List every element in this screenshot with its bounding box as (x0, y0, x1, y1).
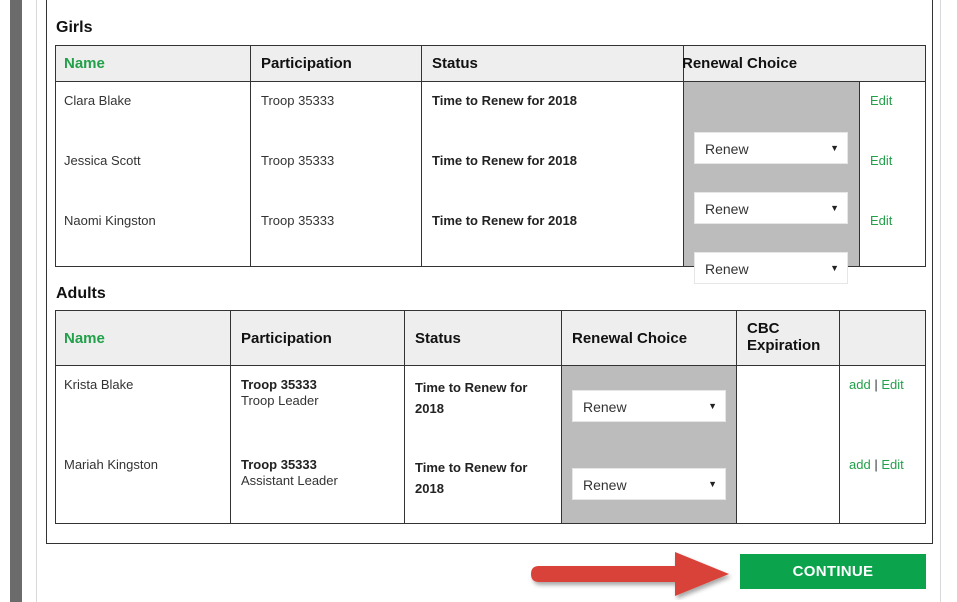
dropdown-caret-icon: ▼ (830, 263, 839, 273)
add-link[interactable]: add (849, 377, 871, 392)
link-separator: | (874, 377, 878, 392)
girls-participation-cell: Troop 35333 Troop 35333 Troop 35333 (250, 81, 422, 267)
renewal-choice-select[interactable]: Renew ▼ (572, 390, 726, 422)
girls-header-renewal: Renewal Choice (682, 45, 927, 82)
red-arrow-icon (531, 552, 729, 596)
edit-link[interactable]: Edit (870, 153, 892, 168)
girl-status: Time to Renew for 2018 (432, 153, 577, 168)
girls-header-name[interactable]: Name (55, 45, 251, 82)
adult-name: Krista Blake (64, 377, 134, 392)
girls-renewal-cell: Renew ▼ Renew ▼ Renew ▼ (683, 81, 860, 284)
girl-participation: Troop 35333 (261, 93, 335, 108)
girls-actions-cell: Edit Edit Edit (858, 81, 927, 267)
girl-name: Jessica Scott (64, 153, 141, 168)
adults-cbc-cell (736, 365, 840, 524)
adult-status: Time to Renew for (415, 460, 528, 475)
renewal-choice-select[interactable]: Renew ▼ (694, 252, 848, 284)
adult-role: Troop Leader (241, 393, 319, 408)
adults-header-participation: Participation (230, 310, 405, 366)
renewal-choice-select[interactable]: Renew ▼ (694, 192, 848, 224)
adult-status: Time to Renew for (415, 380, 528, 395)
girl-status: Time to Renew for 2018 (432, 93, 577, 108)
right-divider (940, 0, 941, 602)
adult-status-year: 2018 (415, 401, 444, 416)
dropdown-caret-icon: ▼ (830, 203, 839, 213)
adults-renewal-cell: Renew ▼ Renew ▼ (561, 365, 737, 524)
adults-section-title: Adults (56, 285, 106, 302)
girls-header-participation: Participation (250, 45, 422, 82)
renewal-choice-select[interactable]: Renew ▼ (572, 468, 726, 500)
link-separator: | (874, 457, 878, 472)
adults-participation-cell: Troop 35333 Troop Leader Troop 35333 Ass… (230, 365, 405, 524)
continue-button[interactable]: CONTINUE (740, 554, 926, 589)
adult-status-year: 2018 (415, 481, 444, 496)
edit-link[interactable]: Edit (870, 213, 892, 228)
adults-table: Name Participation Status Renewal Choice… (55, 310, 926, 524)
adults-header-cbc: CBC Expiration (736, 310, 840, 366)
left-sidebar-bar (10, 0, 22, 602)
adults-actions-cell: add | Edit add | Edit (839, 365, 926, 524)
edit-link[interactable]: Edit (870, 93, 892, 108)
girl-participation: Troop 35333 (261, 213, 335, 228)
adults-names-cell: Krista Blake Mariah Kingston (55, 365, 231, 524)
adult-troop: Troop 35333 (241, 457, 317, 472)
dropdown-caret-icon: ▼ (708, 401, 717, 411)
renewal-choice-select[interactable]: Renew ▼ (694, 132, 848, 164)
left-divider (36, 0, 37, 602)
girl-name: Naomi Kingston (64, 213, 156, 228)
adult-name: Mariah Kingston (64, 457, 158, 472)
girls-table: Name Participation Status Renewal Choice… (55, 45, 927, 284)
girls-header-status: Status (421, 45, 684, 82)
add-link[interactable]: add (849, 457, 871, 472)
edit-link[interactable]: Edit (881, 377, 903, 392)
girls-names-cell: Clara Blake Jessica Scott Naomi Kingston (55, 81, 251, 267)
girls-status-cell: Time to Renew for 2018 Time to Renew for… (421, 81, 684, 267)
dropdown-caret-icon: ▼ (830, 143, 839, 153)
girls-section-title: Girls (56, 19, 93, 36)
adults-header-name[interactable]: Name (55, 310, 231, 366)
dropdown-caret-icon: ▼ (708, 479, 717, 489)
girl-status: Time to Renew for 2018 (432, 213, 577, 228)
adults-status-cell: Time to Renew for 2018 Time to Renew for… (404, 365, 562, 524)
adult-role: Assistant Leader (241, 473, 338, 488)
adults-header-renewal: Renewal Choice (561, 310, 737, 366)
adult-troop: Troop 35333 (241, 377, 317, 392)
adults-header-actions (839, 310, 926, 366)
girl-name: Clara Blake (64, 93, 132, 108)
girl-participation: Troop 35333 (261, 153, 335, 168)
edit-link[interactable]: Edit (881, 457, 903, 472)
adults-header-status: Status (404, 310, 562, 366)
